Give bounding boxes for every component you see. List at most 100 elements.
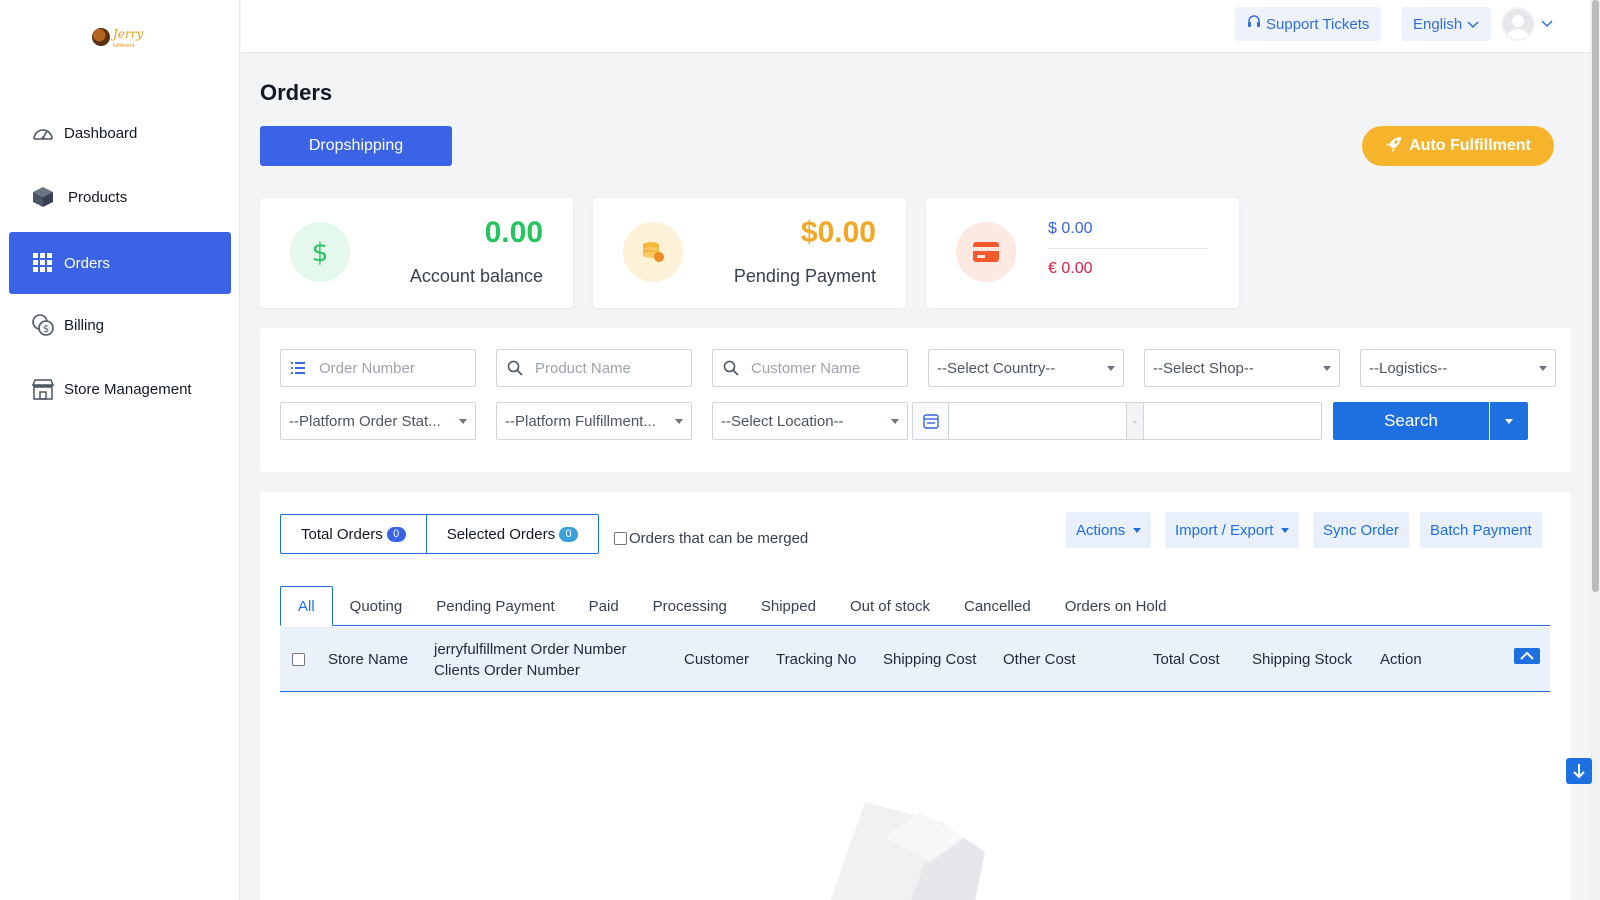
mergeable-checkbox[interactable] [614, 532, 627, 545]
mergeable-orders-filter[interactable]: Orders that can be merged [614, 530, 808, 547]
dashboard-gauge-icon [31, 121, 55, 145]
product-name-placeholder: Product Name [535, 359, 631, 377]
credit-card-icon [956, 222, 1016, 282]
caret-down-icon [1323, 365, 1331, 371]
language-select[interactable]: English [1401, 7, 1492, 41]
search-icon [723, 360, 741, 376]
tab-all[interactable]: All [280, 586, 333, 626]
caret-down-icon [1281, 527, 1290, 533]
total-orders-tab[interactable]: Total Orders 0 [281, 515, 426, 553]
actions-label: Actions [1076, 521, 1126, 539]
date-range-picker[interactable]: - [912, 402, 1322, 440]
caret-down-icon [1539, 365, 1547, 371]
sidebar-item-dashboard[interactable]: Dashboard [9, 102, 231, 164]
account-balance-card: $ 0.00 Account balance [260, 198, 573, 308]
logo-text: Jerry [113, 27, 144, 41]
coins-icon: $ [31, 313, 55, 337]
support-tickets-button[interactable]: Support Tickets [1235, 7, 1382, 41]
calendar-icon[interactable] [913, 403, 949, 439]
total-orders-badge: 0 [386, 526, 406, 542]
order-status-tabs: All Quoting Pending Payment Paid Process… [280, 586, 1550, 626]
logo[interactable]: Jerry fulfillment [92, 22, 152, 52]
caret-down-icon [459, 418, 467, 424]
sync-order-button[interactable]: Sync Order [1313, 512, 1409, 548]
logistics-select[interactable]: --Logistics-- [1360, 349, 1556, 387]
logistics-select-value: --Logistics-- [1369, 359, 1448, 377]
selected-orders-badge: 0 [559, 526, 579, 542]
search-options-dropdown[interactable] [1490, 402, 1528, 440]
tab-pending-payment[interactable]: Pending Payment [419, 586, 571, 626]
pending-payment-card: $0.00 Pending Payment [593, 198, 906, 308]
search-button[interactable]: Search [1333, 402, 1489, 440]
eur-balance: € 0.00 [1048, 260, 1093, 277]
sidebar-item-products[interactable]: Products [9, 166, 231, 228]
chevron-down-icon [1467, 16, 1479, 33]
caret-down-icon [1107, 365, 1115, 371]
tab-paid[interactable]: Paid [572, 586, 636, 626]
product-name-input[interactable]: Product Name [496, 349, 692, 387]
auto-fulfillment-button[interactable]: Auto Fulfillment [1362, 126, 1554, 166]
scrollbar-thumb[interactable] [1592, 0, 1599, 592]
column-action: Action [1380, 651, 1422, 668]
dropshipping-button[interactable]: Dropshipping [260, 126, 452, 166]
country-select[interactable]: --Select Country-- [928, 349, 1124, 387]
tab-out-of-stock[interactable]: Out of stock [833, 586, 947, 626]
filter-panel: Order Number Product Name Customer Name … [260, 328, 1571, 472]
shop-select[interactable]: --Select Shop-- [1144, 349, 1340, 387]
tab-shipped[interactable]: Shipped [744, 586, 833, 626]
selected-orders-tab[interactable]: Selected Orders 0 [425, 515, 598, 553]
sidebar-item-orders[interactable]: Orders [9, 232, 231, 294]
sidebar-item-store-management[interactable]: Store Management [9, 358, 231, 420]
currency-balance-card: $ 0.00 € 0.00 [926, 198, 1239, 308]
actions-dropdown[interactable]: Actions [1066, 512, 1152, 548]
location-select-value: --Select Location-- [721, 412, 844, 430]
store-icon [31, 377, 55, 401]
orders-panel: Total Orders 0 Selected Orders 0 Orders … [260, 492, 1571, 900]
order-number-input[interactable]: Order Number [280, 349, 476, 387]
platform-order-status-value: --Platform Order Stat... [289, 412, 441, 430]
location-select[interactable]: --Select Location-- [712, 402, 908, 440]
scroll-down-button[interactable] [1566, 758, 1592, 784]
empty-state-illustration [790, 792, 990, 900]
import-export-label: Import / Export [1175, 521, 1274, 539]
start-date-input[interactable] [949, 403, 1126, 439]
auto-fulfillment-label: Auto Fulfillment [1409, 137, 1531, 154]
tab-quoting[interactable]: Quoting [333, 586, 420, 626]
tab-processing[interactable]: Processing [636, 586, 744, 626]
column-customer: Customer [684, 651, 750, 668]
caret-down-icon [891, 418, 899, 424]
search-icon [507, 360, 525, 376]
sidebar-item-label: Products [68, 188, 128, 206]
caret-down-icon [1133, 527, 1142, 533]
user-menu[interactable] [1501, 6, 1553, 42]
column-total-cost: Total Cost [1153, 651, 1220, 668]
sidebar-item-label: Orders [64, 254, 110, 272]
column-order-number-primary: jerryfulfillment Order Number [434, 640, 627, 658]
list-icon [291, 362, 309, 374]
platform-order-status-select[interactable]: --Platform Order Stat... [280, 402, 476, 440]
customer-name-placeholder: Customer Name [751, 359, 861, 377]
sidebar-item-label: Dashboard [64, 124, 138, 142]
tab-cancelled[interactable]: Cancelled [947, 586, 1048, 626]
rocket-icon [1385, 135, 1403, 158]
date-separator: - [1126, 403, 1144, 439]
end-date-input[interactable] [1144, 403, 1321, 439]
sidebar: Jerry fulfillment Dashboard Products Ord… [0, 0, 240, 900]
order-count-toggle: Total Orders 0 Selected Orders 0 [280, 514, 600, 554]
caret-down-icon [675, 418, 683, 424]
tab-orders-on-hold[interactable]: Orders on Hold [1048, 586, 1184, 626]
support-tickets-label: Support Tickets [1266, 15, 1370, 33]
platform-fulfillment-select[interactable]: --Platform Fulfillment... [496, 402, 692, 440]
select-all-checkbox[interactable] [292, 653, 305, 666]
sidebar-item-billing[interactable]: $ Billing [9, 294, 231, 356]
customer-name-input[interactable]: Customer Name [712, 349, 908, 387]
country-select-value: --Select Country-- [937, 359, 1056, 377]
pending-payment-value: $0.00 [800, 216, 876, 249]
batch-payment-button[interactable]: Batch Payment [1420, 512, 1542, 548]
collapse-up-icon[interactable] [1514, 648, 1540, 664]
svg-text:$: $ [43, 324, 49, 335]
avatar[interactable] [1501, 7, 1535, 41]
grid-icon [31, 251, 55, 275]
import-export-dropdown[interactable]: Import / Export [1165, 512, 1300, 548]
column-order-number-secondary: Clients Order Number [434, 661, 580, 679]
